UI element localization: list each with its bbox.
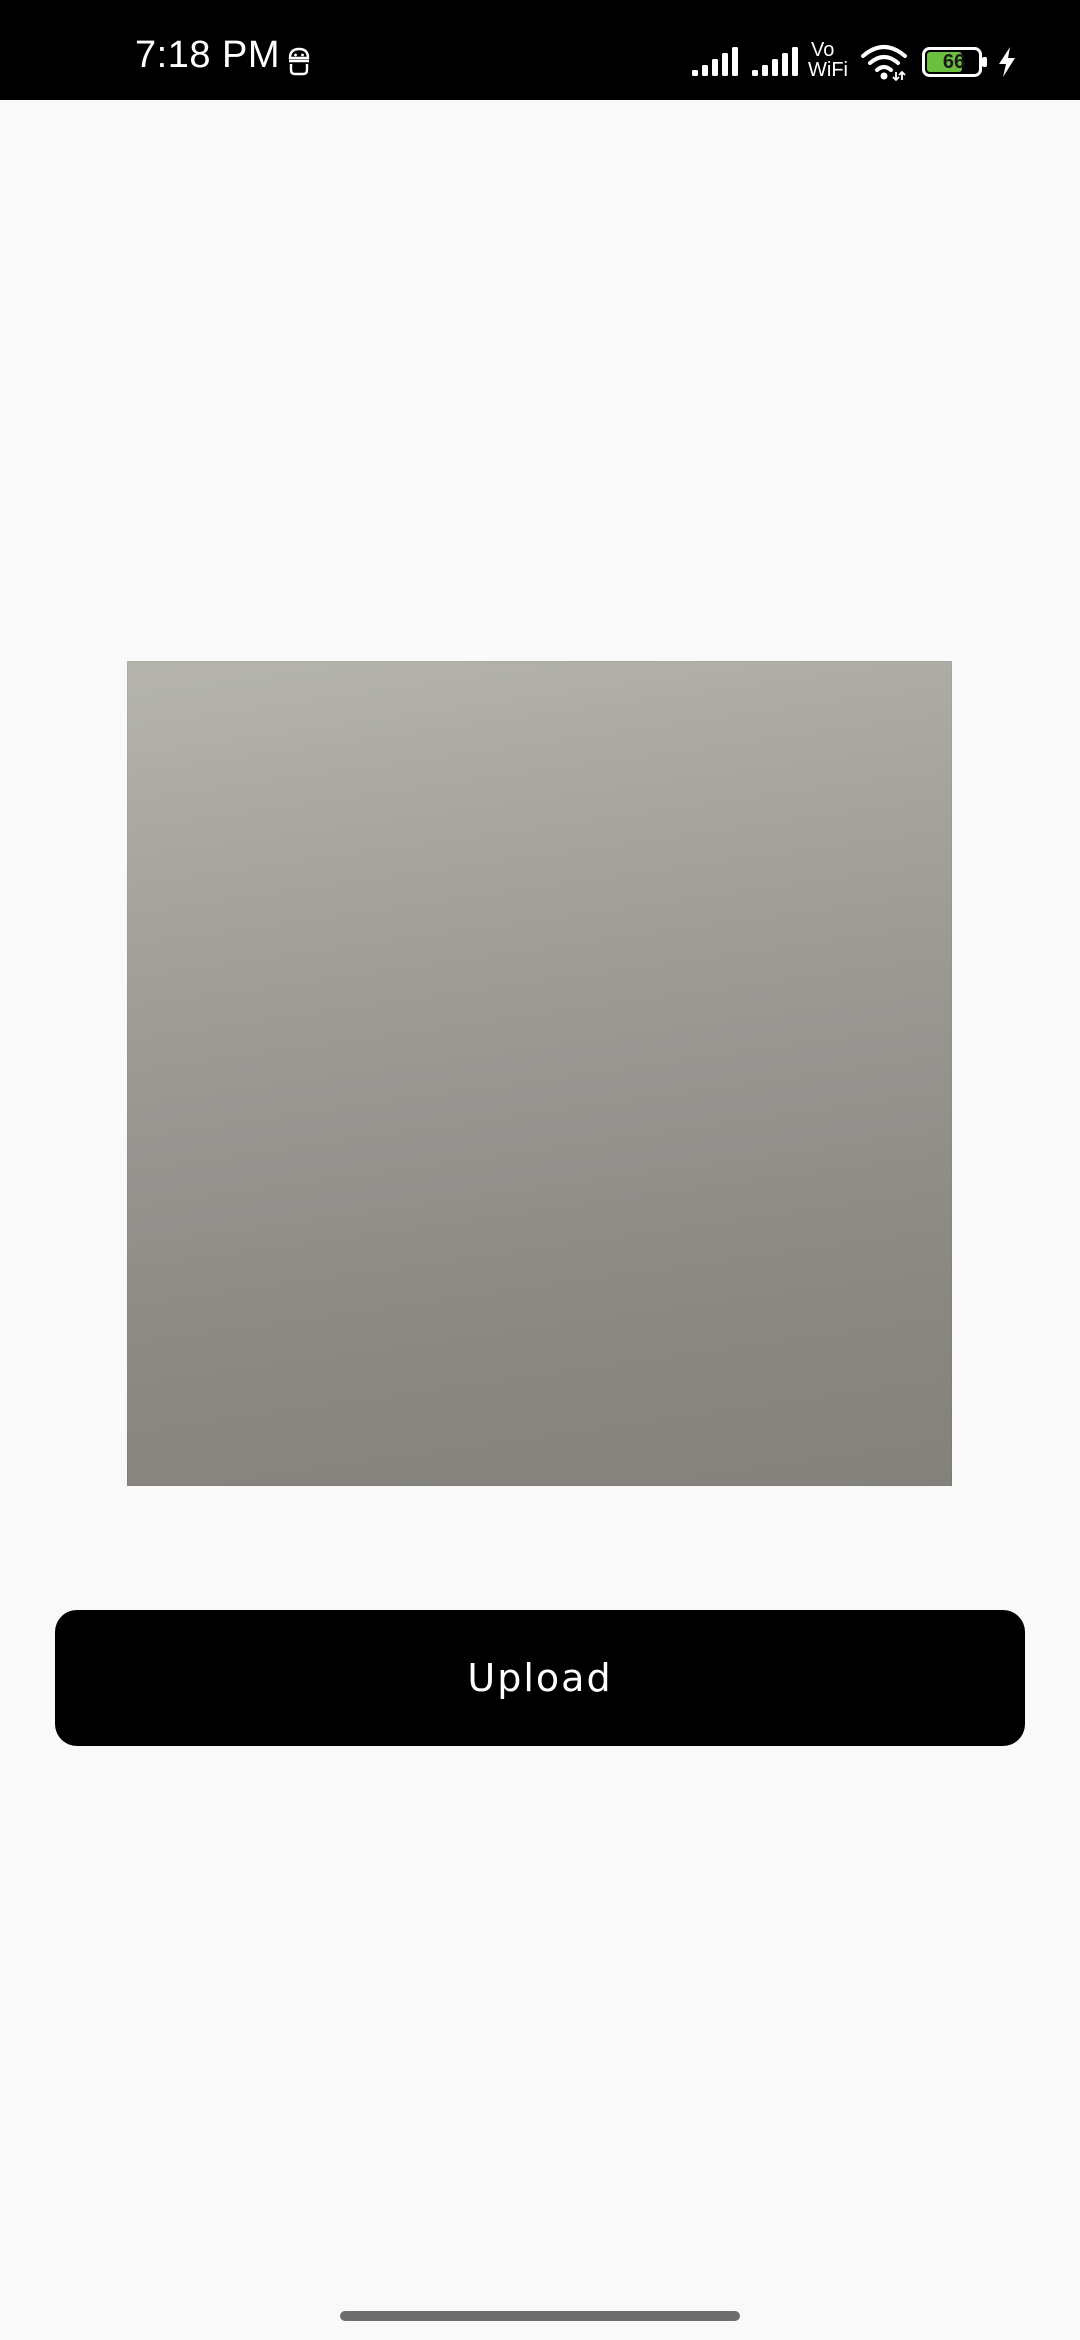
status-bar: 7:18 PM Vo WiFi 66	[0, 0, 1080, 100]
vowifi-vo-label: Vo	[811, 39, 835, 61]
battery-level: 66	[942, 51, 966, 73]
charging-icon	[999, 47, 1015, 77]
vowifi-wifi-label: WiFi	[808, 59, 848, 81]
image-preview	[127, 661, 952, 1486]
wifi-icon	[861, 45, 907, 82]
upload-button[interactable]: Upload	[55, 1610, 1025, 1746]
status-time: 7:18 PM	[135, 34, 281, 76]
home-indicator[interactable]	[340, 2311, 740, 2321]
android-icon	[288, 47, 310, 76]
vowifi-icon: Vo WiFi	[808, 40, 856, 84]
signal-icon	[692, 47, 738, 76]
signal-icon	[752, 47, 798, 76]
